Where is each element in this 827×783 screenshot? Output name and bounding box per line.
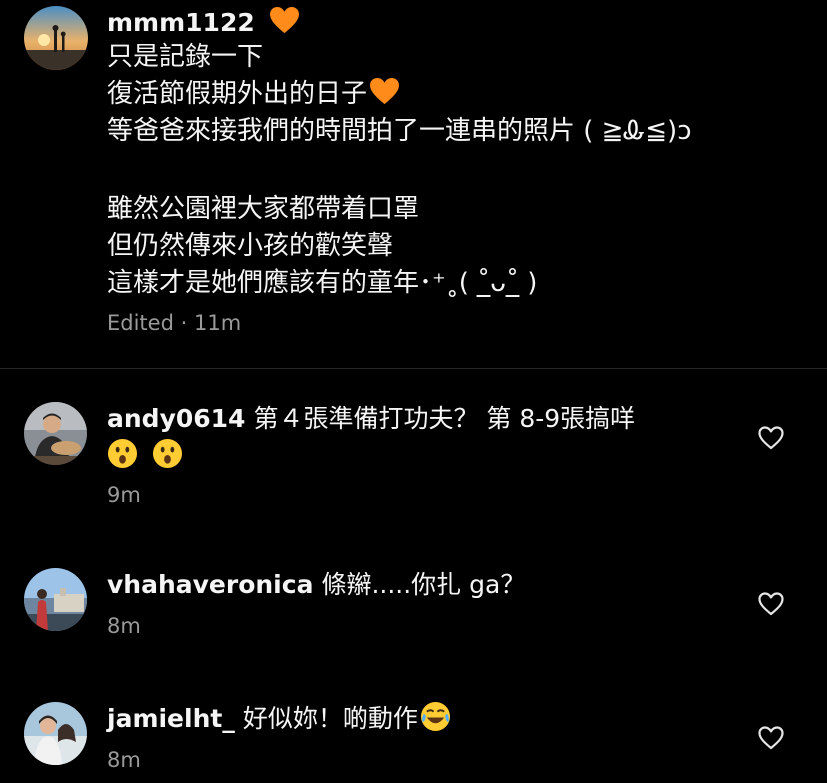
post-username-row: mmm1122 (107, 6, 814, 39)
comment-text: jamielht_ 好似妳！啲動作 (107, 700, 727, 737)
comment-username[interactable]: jamielht_ (107, 704, 235, 733)
caption-line: 但仍然傳來小孩的歡笑聲 (107, 231, 394, 261)
astonished-face-icon (152, 438, 182, 469)
comment-time: 8m (107, 748, 141, 772)
like-heart-icon[interactable] (758, 726, 784, 750)
post-time: 11m (193, 311, 242, 335)
comment-username[interactable]: vhahaveronica (107, 570, 313, 599)
caption-line: 等爸爸來接我們的時間拍了一連串的照片 ( ≧Ꮂ≦)ɔ (107, 116, 692, 146)
like-heart-icon[interactable] (758, 592, 784, 616)
comment-message: 條辮.....你扎 ga？ (321, 570, 526, 599)
caption-line-text: 復活節假期外出的日子 (107, 79, 368, 109)
avatar[interactable] (24, 6, 88, 70)
comment-row: jamielht_ 好似妳！啲動作 8m (24, 700, 814, 775)
comment-row: andy0614 第４張準備打功夫？ 第 8-9張搞咩 9m (24, 400, 814, 510)
caption-line: 雖然公園裡大家都帶着口罩 (107, 194, 420, 224)
comment-text: andy0614 第４張準備打功夫？ 第 8-9張搞咩 (107, 400, 727, 474)
post-username[interactable]: mmm1122 (107, 8, 255, 37)
avatar[interactable] (24, 702, 87, 765)
orange-heart-icon (270, 6, 300, 34)
edited-label: Edited (107, 311, 174, 335)
face-with-tears-of-joy-icon (420, 701, 450, 732)
comment-message: 第４張準備打功夫？ 第 8-9張搞咩 (253, 404, 636, 433)
comment-time: 9m (107, 483, 141, 507)
post-caption: mmm1122 只是記錄一下 復活節假期外出的日子 等爸爸來接我們的時間拍了一連… (24, 4, 814, 338)
astonished-face-icon (107, 438, 138, 469)
comment-row: vhahaveronica 條辮.....你扎 ga？ 8m (24, 566, 814, 641)
comment-message: 好似妳！啲動作 (242, 704, 418, 733)
avatar[interactable] (24, 402, 87, 465)
post-meta: Edited · 11m (107, 308, 814, 338)
caption-line: 復活節假期外出的日子 (107, 76, 814, 113)
divider (0, 368, 827, 369)
like-heart-icon[interactable] (758, 426, 784, 450)
caption-line: 這樣才是她們應該有的童年･⁺˳( ˚̲̲̲̲̲̲̲̲̲̲̲̲̲̲̲ᴗ˚̲̲̲ ) (107, 268, 538, 298)
comment-text: vhahaveronica 條辮.....你扎 ga？ (107, 566, 727, 603)
comment-username[interactable]: andy0614 (107, 404, 245, 433)
avatar[interactable] (24, 568, 87, 631)
comment-time: 8m (107, 614, 141, 638)
caption-line: 只是記錄一下 (107, 42, 264, 72)
meta-separator: · (180, 311, 188, 335)
orange-heart-icon (370, 77, 400, 105)
